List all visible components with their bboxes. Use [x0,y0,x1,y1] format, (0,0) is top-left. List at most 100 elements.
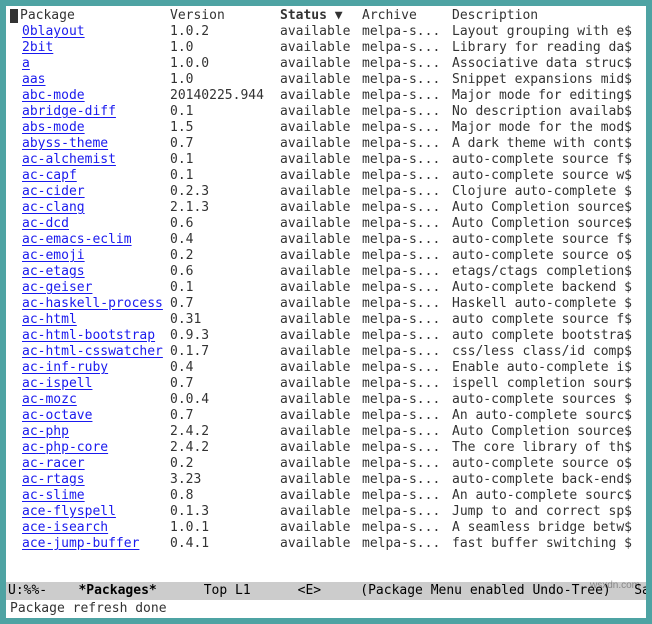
package-name-link[interactable]: ac-slime [22,488,85,503]
package-row[interactable]: ace-isearch1.0.1availablemelpa-s...A sea… [10,520,642,536]
package-name-link[interactable]: ac-emoji [22,248,85,263]
package-row[interactable]: ac-mozc0.0.4availablemelpa-s...auto-comp… [10,392,642,408]
package-name-link[interactable]: aas [22,72,45,87]
package-name-link[interactable]: ac-inf-ruby [22,360,108,375]
package-row[interactable]: ac-capf0.1availablemelpa-s...auto-comple… [10,168,642,184]
package-archive: melpa-s... [362,296,452,312]
package-row[interactable]: ac-html-bootstrap0.9.3availablemelpa-s..… [10,328,642,344]
package-name-link[interactable]: ac-html [22,312,77,327]
package-name-link[interactable]: ac-ispell [22,376,92,391]
package-archive: melpa-s... [362,120,452,136]
package-name-link[interactable]: abc-mode [22,88,85,103]
package-name-link[interactable]: abridge-diff [22,104,116,119]
package-name-link[interactable]: ac-haskell-process [22,296,163,311]
header-version[interactable]: Version [170,8,280,24]
package-row[interactable]: aas1.0availablemelpa-s...Snippet expansi… [10,72,642,88]
package-status: available [280,536,362,552]
package-row[interactable]: ac-inf-ruby0.4availablemelpa-s...Enable … [10,360,642,376]
package-row[interactable]: ac-dcd0.6availablemelpa-s...Auto Complet… [10,216,642,232]
package-row[interactable]: ac-etags0.6availablemelpa-s...etags/ctag… [10,264,642,280]
package-row[interactable]: ac-ispell0.7availablemelpa-s...ispell co… [10,376,642,392]
package-row[interactable]: ac-cider0.2.3availablemelpa-s...Clojure … [10,184,642,200]
package-status: available [280,72,362,88]
package-row[interactable]: ac-php2.4.2availablemelpa-s...Auto Compl… [10,424,642,440]
package-version: 1.5 [170,120,280,136]
package-version: 0.1 [170,280,280,296]
package-name-link[interactable]: ac-html-bootstrap [22,328,155,343]
header-description[interactable]: Description [452,8,642,24]
package-name-link[interactable]: a [22,56,30,71]
package-name-link[interactable]: ac-capf [22,168,77,183]
header-archive[interactable]: Archive [362,8,452,24]
package-version: 0.7 [170,296,280,312]
package-archive: melpa-s... [362,104,452,120]
package-status: available [280,120,362,136]
package-name-link[interactable]: 2bit [22,40,53,55]
package-description: The core library of th$ [452,440,642,456]
package-name-link[interactable]: ac-emacs-eclim [22,232,132,247]
package-version: 0.6 [170,264,280,280]
package-row[interactable]: ac-racer0.2availablemelpa-s...auto-compl… [10,456,642,472]
package-name-link[interactable]: ac-dcd [22,216,69,231]
package-name-link[interactable]: ac-racer [22,456,85,471]
mode-line-encoding: <E> [298,583,321,598]
package-version: 0.4 [170,360,280,376]
package-name-link[interactable]: ace-jump-buffer [22,536,139,551]
package-description: Jump to and correct sp$ [452,504,642,520]
header-status[interactable]: Status ▼ [280,8,362,24]
package-description: Enable auto-complete i$ [452,360,642,376]
package-archive: melpa-s... [362,280,452,296]
package-status: available [280,232,362,248]
package-row[interactable]: abridge-diff0.1availablemelpa-s...No des… [10,104,642,120]
package-name-link[interactable]: ac-php-core [22,440,108,455]
package-row[interactable]: ac-html0.31availablemelpa-s...auto compl… [10,312,642,328]
package-row[interactable]: ace-jump-buffer0.4.1availablemelpa-s...f… [10,536,642,552]
package-description: auto-complete source o$ [452,456,642,472]
package-name-link[interactable]: ac-geiser [22,280,92,295]
package-row[interactable]: ac-html-csswatcher0.1.7availablemelpa-s.… [10,344,642,360]
package-row[interactable]: ac-emoji0.2availablemelpa-s...auto-compl… [10,248,642,264]
package-row[interactable]: abc-mode20140225.944availablemelpa-s...M… [10,88,642,104]
column-headers[interactable]: Package VersionStatus ▼ArchiveDescription [10,8,642,24]
package-status: available [280,168,362,184]
package-description: Library for reading da$ [452,40,642,56]
package-row[interactable]: ac-rtags3.23availablemelpa-s...auto-comp… [10,472,642,488]
package-row[interactable]: a1.0.0availablemelpa-s...Associative dat… [10,56,642,72]
package-row[interactable]: abs-mode1.5availablemelpa-s...Major mode… [10,120,642,136]
package-version: 0.9.3 [170,328,280,344]
package-name-link[interactable]: ac-octave [22,408,92,423]
package-name-link[interactable]: abyss-theme [22,136,108,151]
package-description: A seamless bridge betw$ [452,520,642,536]
package-name-link[interactable]: ac-alchemist [22,152,116,167]
header-package[interactable]: Package [20,8,75,23]
package-row[interactable]: ac-geiser0.1availablemelpa-s...Auto-comp… [10,280,642,296]
package-name-link[interactable]: ac-clang [22,200,85,215]
package-row[interactable]: abyss-theme0.7availablemelpa-s...A dark … [10,136,642,152]
package-name-link[interactable]: ac-cider [22,184,85,199]
package-version: 1.0 [170,72,280,88]
package-name-link[interactable]: ace-flyspell [22,504,116,519]
package-row[interactable]: ac-clang2.1.3availablemelpa-s...Auto Com… [10,200,642,216]
package-row[interactable]: 2bit1.0availablemelpa-s...Library for re… [10,40,642,56]
package-name-link[interactable]: ace-isearch [22,520,108,535]
package-row[interactable]: ace-flyspell0.1.3availablemelpa-s...Jump… [10,504,642,520]
package-row[interactable]: ac-php-core2.4.2availablemelpa-s...The c… [10,440,642,456]
package-version: 0.7 [170,136,280,152]
package-row[interactable]: ac-haskell-process0.7availablemelpa-s...… [10,296,642,312]
package-name-link[interactable]: ac-rtags [22,472,85,487]
package-name-link[interactable]: ac-mozc [22,392,77,407]
package-row[interactable]: ac-alchemist0.1availablemelpa-s...auto-c… [10,152,642,168]
package-status: available [280,424,362,440]
package-version: 0.6 [170,216,280,232]
package-row[interactable]: ac-octave0.7availablemelpa-s...An auto-c… [10,408,642,424]
package-description: auto complete source f$ [452,312,642,328]
package-row[interactable]: ac-emacs-eclim0.4availablemelpa-s...auto… [10,232,642,248]
package-name-link[interactable]: ac-etags [22,264,85,279]
package-row[interactable]: ac-slime0.8availablemelpa-s...An auto-co… [10,488,642,504]
package-name-link[interactable]: ac-html-csswatcher [22,344,163,359]
package-name-link[interactable]: 0blayout [22,24,85,39]
package-name-link[interactable]: ac-php [22,424,69,439]
package-row[interactable]: 0blayout1.0.2availablemelpa-s...Layout g… [10,24,642,40]
package-name-link[interactable]: abs-mode [22,120,85,135]
package-archive: melpa-s... [362,456,452,472]
